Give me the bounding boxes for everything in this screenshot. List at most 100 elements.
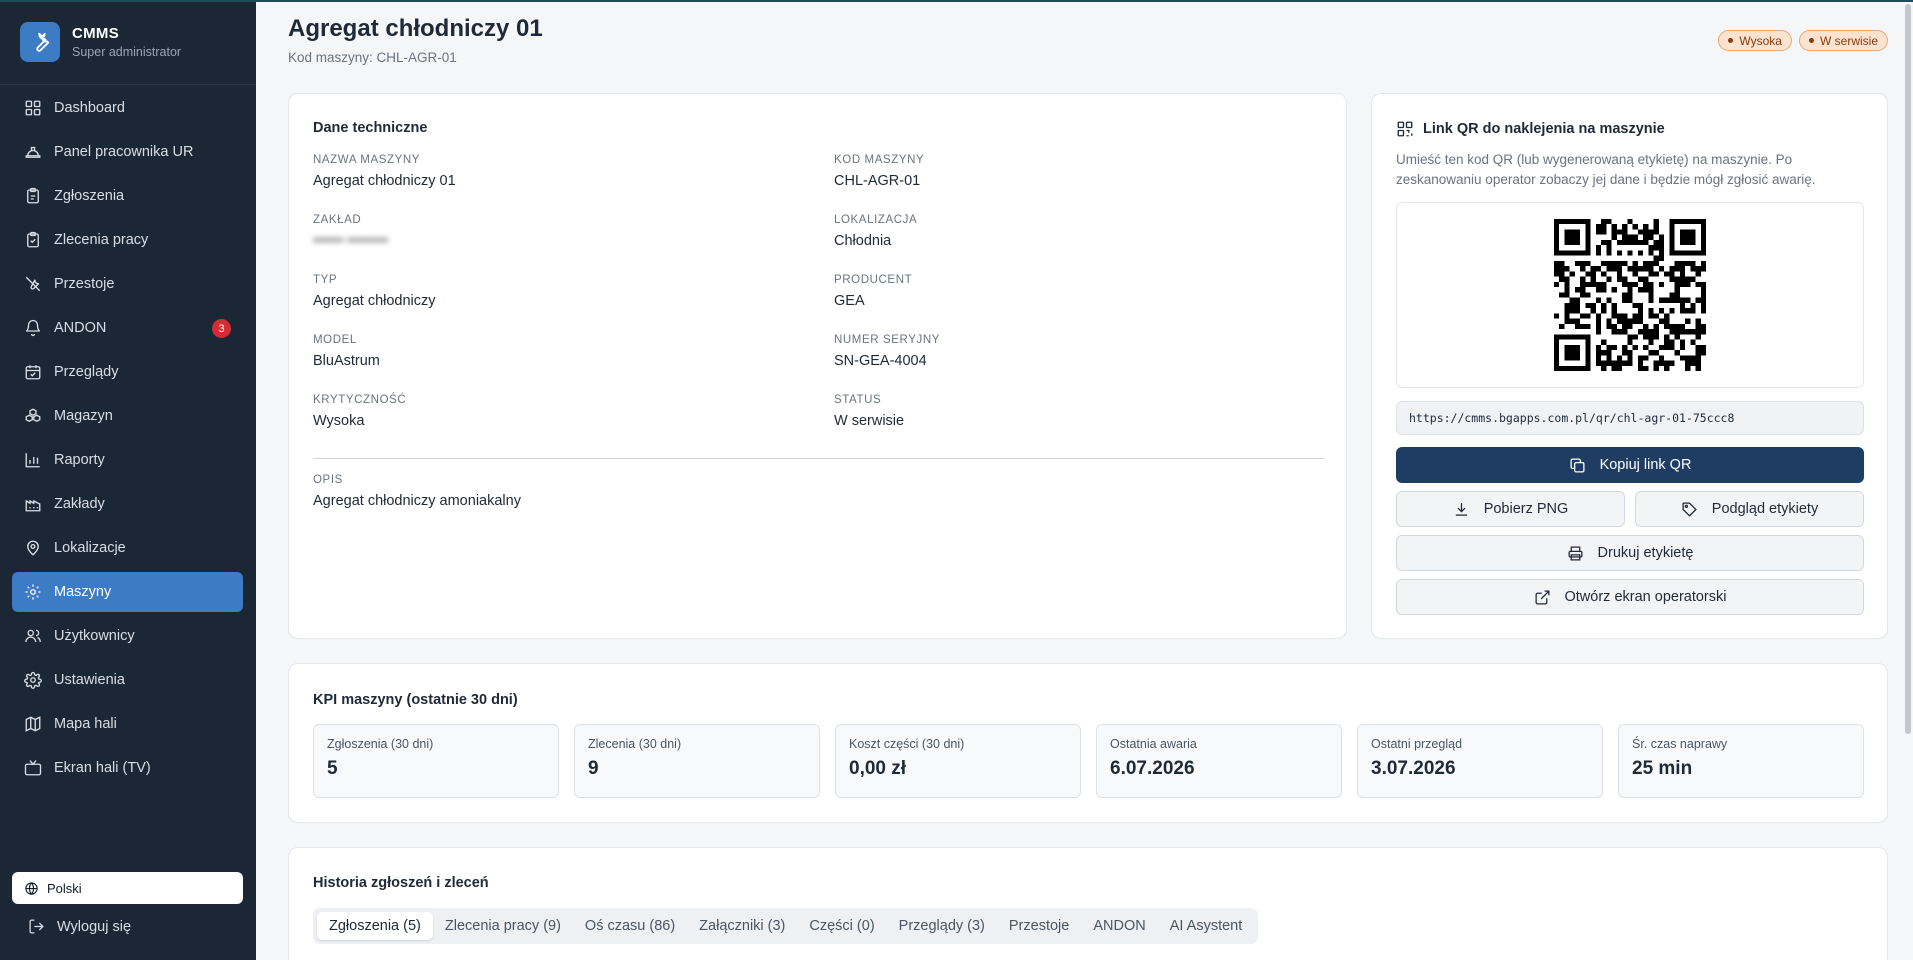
- qr-module: [1695, 281, 1701, 288]
- print-label-button[interactable]: Drukuj etykietę: [1396, 535, 1864, 571]
- qr-module: [1574, 260, 1581, 267]
- tab-zlecenia-pracy[interactable]: Zlecenia pracy (9): [433, 912, 573, 940]
- tab-zalaczniki[interactable]: Załączniki (3): [687, 912, 797, 940]
- tab-os-czasu[interactable]: Oś czasu (86): [573, 912, 687, 940]
- logout-button[interactable]: Wyloguj się: [28, 918, 131, 935]
- kpi-tile-last-inspection: Ostatni przegląd 3.07.2026: [1357, 724, 1603, 798]
- qr-module: [1695, 365, 1701, 371]
- kpi-tile-parts-cost: Koszt części (30 dni) 0,00 zł: [835, 724, 1081, 798]
- field-criticality: Krytyczność Wysoka: [313, 394, 793, 429]
- qr-module: [1700, 239, 1706, 246]
- sidebar-item-przeglady[interactable]: Przeglądy: [12, 352, 243, 392]
- qr-module: [1564, 281, 1570, 288]
- tab-andon[interactable]: ANDON: [1081, 912, 1157, 940]
- qr-module: [1679, 302, 1686, 309]
- qr-module: [1658, 318, 1665, 324]
- sidebar-item-label: Lokalizacje: [54, 540, 126, 556]
- field-label: Nazwa maszyny: [313, 154, 421, 166]
- copy-qr-link-button[interactable]: Kopiuj link QR: [1396, 447, 1864, 483]
- qr-module: [1611, 344, 1617, 351]
- qr-module: [1685, 318, 1691, 324]
- sidebar-item-zgloszenia[interactable]: Zgłoszenia: [12, 176, 243, 216]
- qr-module: [1658, 355, 1665, 361]
- sidebar-item-raporty[interactable]: Raporty: [12, 440, 243, 480]
- sidebar-item-andon[interactable]: ANDON 3: [12, 308, 243, 348]
- kpi-tile-last-failure: Ostatnia awaria 6.07.2026: [1096, 724, 1342, 798]
- sidebar-item-dashboard[interactable]: Dashboard: [12, 88, 243, 128]
- tab-przestoje[interactable]: Przestoje: [997, 912, 1081, 940]
- page-scrollbar[interactable]: [1903, 0, 1913, 960]
- qr-module: [1643, 260, 1649, 267]
- history-tabs: Zgłoszenia (5) Zlecenia pracy (9) Oś cza…: [313, 908, 1259, 944]
- sidebar-item-zlecenia[interactable]: Zlecenia pracy: [12, 220, 243, 260]
- qr-module: [1601, 219, 1607, 225]
- qr-module: [1616, 250, 1623, 256]
- qr-module: [1637, 287, 1644, 293]
- sidebar-item-ustawienia[interactable]: Ustawienia: [12, 660, 243, 700]
- sidebar-item-panel[interactable]: Panel pracownika UR: [12, 132, 243, 172]
- qr-module: [1695, 350, 1701, 356]
- sidebar-item-ekran-hali[interactable]: Ekran hali (TV): [12, 748, 243, 788]
- kpi-value: 6.07.2026: [1110, 758, 1195, 779]
- sidebar-item-label: Ekran hali (TV): [54, 760, 151, 776]
- qr-module: [1569, 271, 1575, 277]
- qr-module: [1669, 224, 1675, 230]
- sidebar-item-maszyny[interactable]: Maszyny: [12, 572, 243, 612]
- sidebar-item-mapa-hali[interactable]: Mapa hali: [12, 704, 243, 744]
- field-value: W serwisie: [834, 413, 905, 429]
- qr-module: [1674, 276, 1680, 282]
- qr-module: [1669, 245, 1675, 251]
- qr-card-header: Link QR do naklejenia na maszynie: [1396, 120, 1665, 138]
- sidebar-item-label: Maszyny: [54, 584, 112, 600]
- qr-module: [1685, 355, 1691, 361]
- field-type: Typ Agregat chłodniczy: [313, 274, 793, 309]
- field-value: BluAstrum: [313, 353, 380, 369]
- qr-module: [1690, 308, 1696, 314]
- qr-module: [1690, 250, 1696, 256]
- qr-module: [1601, 271, 1607, 277]
- tab-przeglady[interactable]: Przeglądy (3): [887, 912, 997, 940]
- qr-module: [1679, 355, 1686, 361]
- sidebar-item-zaklady[interactable]: Zakłady: [12, 484, 243, 524]
- qr-module: [1554, 239, 1560, 246]
- qr-module: [1632, 318, 1638, 324]
- qr-module: [1595, 318, 1602, 324]
- field-manufacturer: Producent GEA: [834, 274, 1314, 309]
- qr-module: [1585, 229, 1591, 235]
- tab-zgloszenia[interactable]: Zgłoszenia (5): [317, 912, 433, 940]
- qr-module: [1700, 350, 1706, 356]
- field-serial-number: Numer seryjny SN-GEA-4004: [834, 334, 1314, 369]
- qr-module: [1674, 323, 1680, 330]
- qr-module: [1627, 297, 1633, 303]
- qr-module: [1554, 350, 1560, 356]
- qr-module: [1679, 297, 1686, 303]
- qr-module: [1700, 287, 1706, 293]
- scrollbar-thumb[interactable]: [1905, 4, 1911, 734]
- qr-module: [1700, 292, 1706, 298]
- qr-module: [1627, 250, 1633, 256]
- label-preview-button[interactable]: Podgląd etykiety: [1635, 491, 1864, 527]
- qr-module: [1653, 260, 1659, 267]
- download-png-button[interactable]: Pobierz PNG: [1396, 491, 1625, 527]
- qr-module: [1580, 323, 1586, 330]
- sidebar-item-uzytkownicy[interactable]: Użytkownicy: [12, 616, 243, 656]
- qr-url-field[interactable]: https://cmms.bgapps.com.pl/qr/chl-agr-01…: [1396, 401, 1864, 435]
- sidebar-item-label: Zgłoszenia: [54, 188, 125, 204]
- tab-ai-asystent[interactable]: AI Asystent: [1158, 912, 1255, 940]
- qr-module: [1622, 260, 1628, 267]
- sidebar-item-przestoje[interactable]: Przestoje: [12, 264, 243, 304]
- kpi-value: 3.07.2026: [1371, 758, 1456, 779]
- sidebar-item-label: Zlecenia pracy: [54, 232, 149, 248]
- tab-czesci[interactable]: Części (0): [797, 912, 886, 940]
- qr-module: [1674, 350, 1680, 356]
- qr-module: [1585, 334, 1591, 340]
- button-label: Podgląd etykiety: [1711, 501, 1819, 517]
- qr-module: [1616, 365, 1623, 371]
- sidebar-item-lokalizacje[interactable]: Lokalizacje: [12, 528, 243, 568]
- kpi-label: Zlecenia (30 dni): [588, 737, 682, 751]
- sidebar-item-magazyn[interactable]: Magazyn: [12, 396, 243, 436]
- open-operator-screen-button[interactable]: Otwórz ekran operatorski: [1396, 579, 1864, 615]
- copy-icon: [1570, 457, 1585, 473]
- qr-module: [1695, 334, 1701, 340]
- language-select[interactable]: Polski: [12, 872, 243, 904]
